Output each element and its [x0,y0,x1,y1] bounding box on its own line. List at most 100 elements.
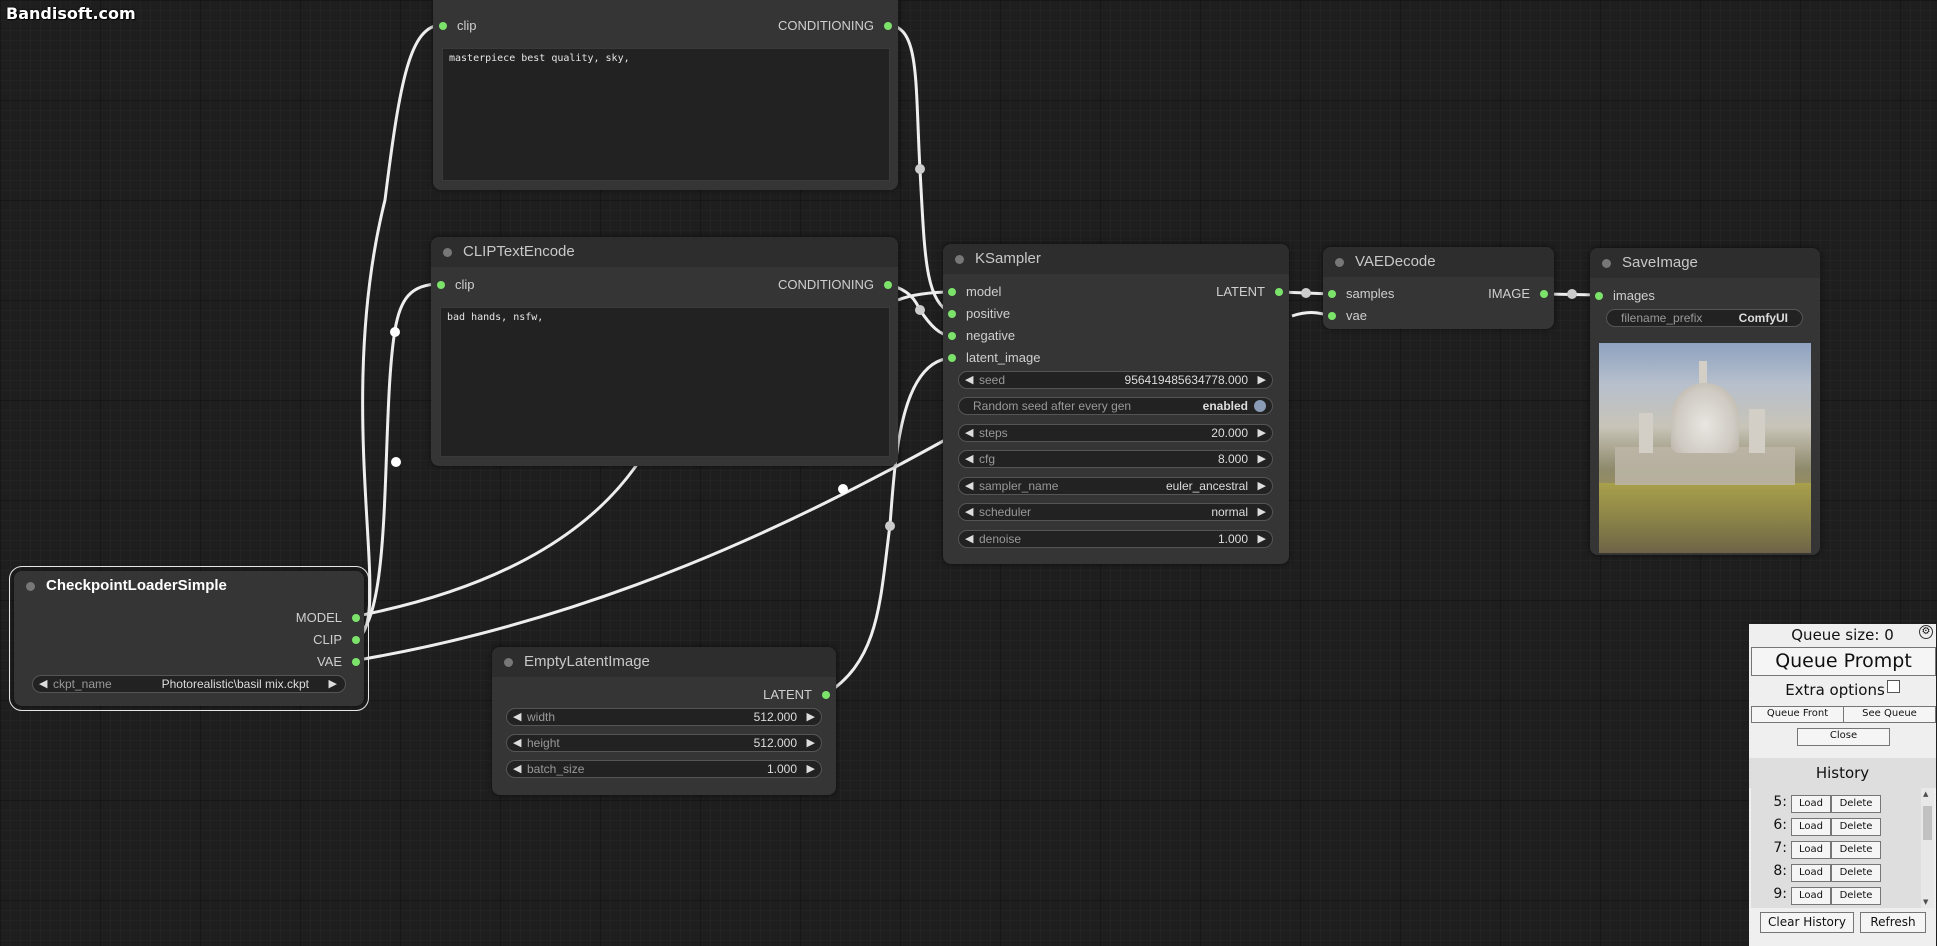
increment-arrow-icon[interactable]: ▶ [1258,451,1266,467]
delete-button[interactable]: Delete [1831,841,1881,859]
slot-input-clip[interactable]: clip [439,18,477,33]
slot-output-clip[interactable]: CLIP [313,632,360,647]
slot-output-conditioning[interactable]: CONDITIONING [778,277,892,292]
toggle-knob[interactable] [1254,400,1266,412]
slot-output-model[interactable]: MODEL [296,610,360,625]
load-button[interactable]: Load [1791,795,1831,813]
number-steps[interactable]: ◀ steps 20.000 ▶ [958,424,1273,442]
history-list[interactable]: 5: Load Delete 6: Load Delete 7: Load Delete 8… [1751,788,1934,908]
slot-output-image[interactable]: IMAGE [1488,286,1548,301]
preview-dome [1671,383,1739,453]
load-button[interactable]: Load [1791,887,1831,905]
load-button[interactable]: Load [1791,818,1831,836]
decrement-arrow-icon[interactable]: ◀ [513,761,521,777]
increment-arrow-icon[interactable]: ▶ [1258,478,1266,494]
reroute-dot [1301,288,1311,298]
collapse-dot[interactable] [443,248,452,257]
slot-input-samples[interactable]: samples [1328,286,1394,301]
increment-arrow-icon[interactable]: ▶ [807,709,815,725]
settings-gear-icon[interactable]: ⚙ [1919,625,1933,639]
increment-arrow-icon[interactable]: ▶ [1258,504,1266,520]
increment-arrow-icon[interactable]: ▶ [329,676,337,692]
decrement-arrow-icon[interactable]: ◀ [965,372,973,388]
delete-button[interactable]: Delete [1831,887,1881,905]
decrement-arrow-icon[interactable]: ◀ [513,735,521,751]
node-title[interactable]: SaveImage [1590,248,1820,278]
combo-sampler-name[interactable]: ◀ sampler_name euler_ancestral ▶ [958,477,1273,495]
toggle-random-seed[interactable]: Random seed after every gen enabled [958,397,1273,415]
slot-input-clip[interactable]: clip [437,277,475,292]
slot-input-latent-image[interactable]: latent_image [948,350,1040,365]
decrement-arrow-icon[interactable]: ◀ [513,709,521,725]
close-button[interactable]: Close [1797,728,1890,746]
queue-front-button[interactable]: Queue Front [1751,706,1844,723]
load-button[interactable]: Load [1791,864,1831,882]
collapse-dot[interactable] [504,658,513,667]
extra-options[interactable]: Extra options [1749,680,1936,699]
combo-ckpt-name[interactable]: ◀ ckpt_name Photorealistic\basil mix.ckp… [32,675,346,693]
see-queue-button[interactable]: See Queue [1843,706,1936,723]
slot-dot [352,636,360,644]
node-clip-text-encode-positive[interactable]: clip CONDITIONING masterpiece best quali… [433,0,898,190]
increment-arrow-icon[interactable]: ▶ [1258,372,1266,388]
number-height[interactable]: ◀ height 512.000 ▶ [506,734,822,752]
number-denoise[interactable]: ◀ denoise 1.000 ▶ [958,530,1273,548]
collapse-dot[interactable] [1335,258,1344,267]
node-title[interactable]: CLIPTextEncode [431,237,898,267]
slot-dot [1328,312,1336,320]
text-filename-prefix[interactable]: filename_prefix ComfyUI [1606,309,1803,327]
node-checkpoint-loader[interactable]: CheckpointLoaderSimple MODEL CLIP VAE ◀ … [9,566,369,711]
output-image-preview[interactable] [1599,343,1811,553]
slot-input-positive[interactable]: positive [948,306,1010,321]
node-empty-latent-image[interactable]: EmptyLatentImage LATENT ◀ width 512.000 ▶ ◀… [492,647,836,795]
increment-arrow-icon[interactable]: ▶ [807,735,815,751]
number-width[interactable]: ◀ width 512.000 ▶ [506,708,822,726]
history-scrollbar[interactable]: ▲ ▼ [1921,788,1934,908]
increment-arrow-icon[interactable]: ▶ [1258,425,1266,441]
number-cfg[interactable]: ◀ cfg 8.000 ▶ [958,450,1273,468]
node-ksampler[interactable]: KSampler model positive negative latent_… [943,244,1289,564]
extra-options-checkbox[interactable] [1886,680,1900,693]
scroll-down-icon[interactable]: ▼ [1923,898,1928,906]
node-title[interactable]: CheckpointLoaderSimple [14,571,364,601]
decrement-arrow-icon[interactable]: ◀ [965,425,973,441]
clear-history-button[interactable]: Clear History [1760,912,1854,933]
scroll-thumb[interactable] [1923,806,1932,840]
node-title[interactable]: EmptyLatentImage [492,647,836,677]
delete-button[interactable]: Delete [1831,795,1881,813]
prompt-textarea[interactable]: bad hands, nsfw, [440,307,890,457]
node-vae-decode[interactable]: VAEDecode samples vae IMAGE [1323,247,1554,329]
decrement-arrow-icon[interactable]: ◀ [965,504,973,520]
slot-output-latent[interactable]: LATENT [763,687,830,702]
number-seed[interactable]: ◀ seed 956419485634778.000 ▶ [958,371,1273,389]
slot-output-vae[interactable]: VAE [317,654,360,669]
prompt-textarea[interactable]: masterpiece best quality, sky, [442,48,890,181]
collapse-dot[interactable] [26,582,35,591]
collapse-dot[interactable] [1602,259,1611,268]
slot-input-vae[interactable]: vae [1328,308,1367,323]
delete-button[interactable]: Delete [1831,864,1881,882]
combo-scheduler[interactable]: ◀ scheduler normal ▶ [958,503,1273,521]
decrement-arrow-icon[interactable]: ◀ [39,676,47,692]
node-title[interactable]: VAEDecode [1323,247,1554,277]
preview-tower [1639,413,1653,453]
node-clip-text-encode-negative[interactable]: CLIPTextEncode clip CONDITIONING bad han… [431,237,898,466]
slot-output-conditioning[interactable]: CONDITIONING [778,18,892,33]
slot-input-model[interactable]: model [948,284,1001,299]
slot-input-negative[interactable]: negative [948,328,1015,343]
increment-arrow-icon[interactable]: ▶ [1258,531,1266,547]
queue-prompt-button[interactable]: Queue Prompt [1751,647,1936,676]
increment-arrow-icon[interactable]: ▶ [807,761,815,777]
delete-button[interactable]: Delete [1831,818,1881,836]
slot-input-images[interactable]: images [1595,288,1655,303]
number-batch-size[interactable]: ◀ batch_size 1.000 ▶ [506,760,822,778]
scroll-up-icon[interactable]: ▲ [1923,790,1928,798]
slot-output-latent[interactable]: LATENT [1216,284,1283,299]
node-title[interactable]: KSampler [943,244,1289,274]
refresh-button[interactable]: Refresh [1860,912,1926,933]
decrement-arrow-icon[interactable]: ◀ [965,531,973,547]
decrement-arrow-icon[interactable]: ◀ [965,451,973,467]
collapse-dot[interactable] [955,255,964,264]
load-button[interactable]: Load [1791,841,1831,859]
decrement-arrow-icon[interactable]: ◀ [965,478,973,494]
